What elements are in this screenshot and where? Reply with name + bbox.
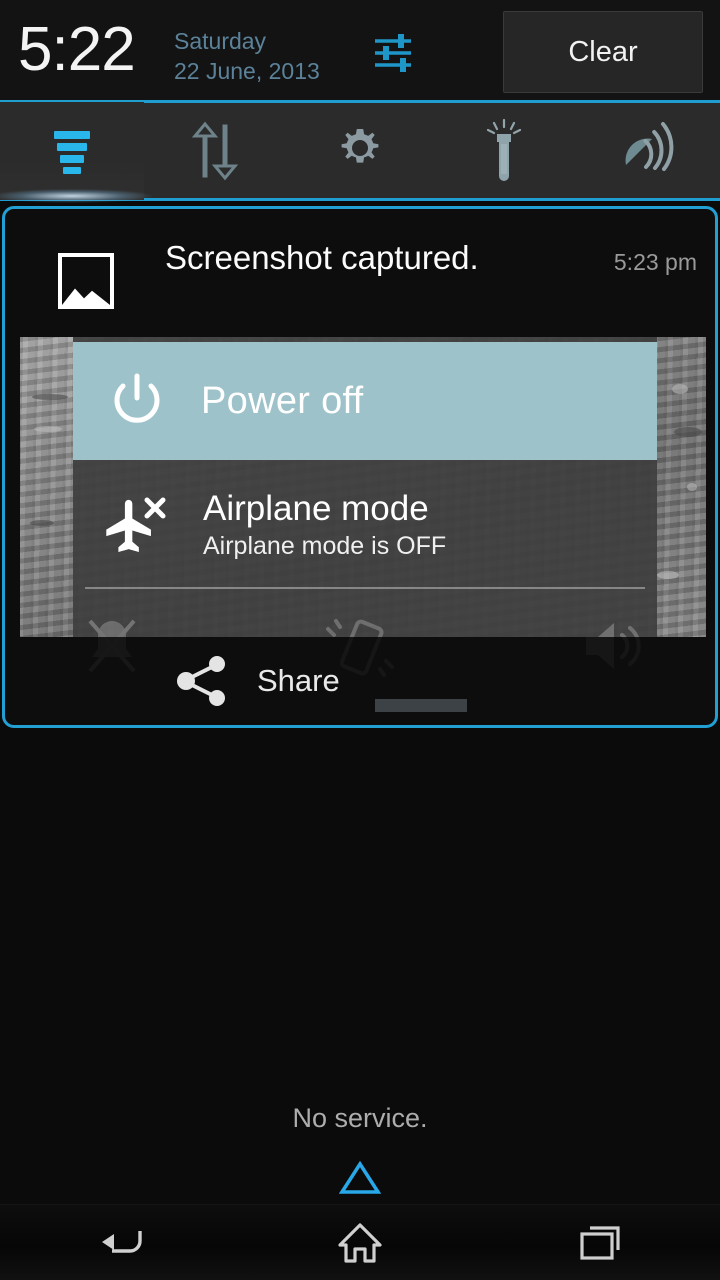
back-arrow-icon xyxy=(102,1230,142,1253)
share-action-label: Share xyxy=(257,663,340,698)
status-date: Saturday 22 June, 2013 xyxy=(174,26,320,86)
navigation-bar xyxy=(0,1204,720,1280)
quick-toggle-settings[interactable] xyxy=(288,102,432,200)
home-button[interactable] xyxy=(240,1205,480,1280)
recents-button[interactable] xyxy=(480,1205,720,1280)
preview-power-off-label: Power off xyxy=(201,379,364,422)
quick-toggle-gps[interactable] xyxy=(576,102,720,200)
status-clock: 5:22 xyxy=(18,15,136,84)
quick-toggle-data[interactable] xyxy=(144,102,288,200)
recents-icon xyxy=(580,1225,620,1260)
preview-airplane-title: Airplane mode xyxy=(203,489,429,528)
photo-icon-mountains xyxy=(62,288,110,305)
share-icon xyxy=(177,656,225,706)
preview-divider xyxy=(85,587,645,589)
power-icon xyxy=(114,373,160,423)
data-arrows-icon xyxy=(191,121,239,180)
share-action-button[interactable]: Share xyxy=(60,637,660,725)
share-underline-decoration xyxy=(375,699,467,712)
flashlight-icon xyxy=(486,118,522,181)
clear-button-label: Clear xyxy=(568,35,638,68)
collapse-triangle-icon[interactable] xyxy=(339,1160,381,1196)
status-date-text: 22 June, 2013 xyxy=(174,58,320,84)
clear-button[interactable]: Clear xyxy=(503,11,703,93)
screenshot-preview[interactable]: Power off Airplane mode Airplane mode is… xyxy=(20,337,706,637)
sliders-icon[interactable] xyxy=(370,30,416,76)
preview-power-off-row: Power off xyxy=(73,342,657,460)
quick-toggle-flashlight[interactable] xyxy=(432,102,576,200)
carrier-status-text: No service. xyxy=(292,1103,428,1133)
notification-header: Screenshot captured. 5:23 pm xyxy=(5,209,715,319)
notification-card-screenshot[interactable]: Screenshot captured. 5:23 pm Power off A… xyxy=(2,206,718,728)
gear-icon xyxy=(341,128,379,163)
status-weekday: Saturday xyxy=(174,28,267,54)
quick-settings-row xyxy=(0,101,720,201)
notification-timestamp: 5:23 pm xyxy=(613,249,697,275)
notification-bars-icon xyxy=(54,130,90,174)
notification-shade-screen: 5:22 Saturday 22 June, 2013 Clear Screen… xyxy=(0,0,720,1280)
photo-icon xyxy=(58,253,114,309)
preview-airplane-text: Airplane mode Airplane mode is OFF xyxy=(203,488,446,562)
home-icon xyxy=(338,1222,382,1263)
preview-power-dialog: Power off Airplane mode Airplane mode is… xyxy=(73,337,657,637)
preview-airplane-row: Airplane mode Airplane mode is OFF xyxy=(73,469,657,581)
back-button[interactable] xyxy=(0,1205,240,1280)
shade-header: 5:22 Saturday 22 June, 2013 Clear xyxy=(0,0,720,103)
gps-satellite-icon xyxy=(625,121,674,171)
preview-airplane-subtitle: Airplane mode is OFF xyxy=(203,532,447,560)
sidebar-item-notifications[interactable] xyxy=(0,101,144,200)
airplane-off-icon xyxy=(106,497,166,552)
notification-title: Screenshot captured. xyxy=(165,239,479,276)
